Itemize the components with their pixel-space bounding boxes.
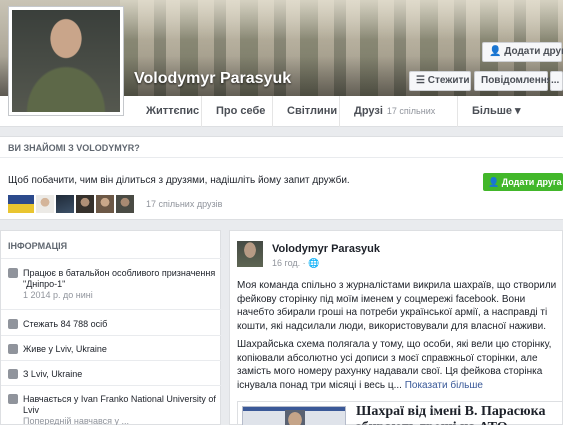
add-friend-green-label: Додати друга	[501, 177, 562, 187]
tab-about[interactable]: Про себе	[201, 96, 272, 127]
post-body: Моя команда спільно з журналістами викри…	[237, 279, 563, 392]
post-timestamp[interactable]: 16 год. · 🌐	[272, 258, 319, 269]
follow-label: Стежити	[427, 75, 470, 86]
info-education-line2[interactable]: Lviv	[23, 405, 219, 416]
mutual-friends-count[interactable]: 17 спільних друзів	[146, 199, 222, 209]
cover-image-sky	[120, 0, 563, 40]
intro-panel: ІНФОРМАЦІЯ Працює в батальйон особливого…	[0, 230, 222, 425]
tab-friends-label: Друзі	[354, 105, 383, 117]
profile-name[interactable]: Volodymyr Parasyuk	[134, 70, 291, 88]
mutual-friends-box: ВИ ЗНАЙОМІ З VOLODYMYR? Щоб побачити, чи…	[0, 136, 563, 220]
mutual-prompt-text: Щоб побачити, чим він ділиться з друзями…	[8, 175, 211, 186]
add-friend-icon: 👤	[488, 177, 502, 187]
divider	[1, 385, 222, 386]
globe-icon: 🌐	[308, 258, 320, 268]
info-work-dates: 1 2014 р. до нині	[23, 290, 93, 300]
follow-button[interactable]: ☰ Стежити	[409, 71, 471, 91]
divider	[1, 335, 222, 336]
location-pin-icon	[8, 369, 18, 379]
tab-timeline-label: Життєпис	[146, 105, 200, 117]
mutual-friend-avatars	[8, 195, 136, 213]
divider	[1, 258, 222, 259]
see-more-link[interactable]: Показати більше	[404, 379, 483, 391]
message-label: Повідомлення	[481, 75, 553, 86]
mutual-friend-avatar[interactable]	[8, 195, 34, 213]
mutual-heading: ВИ ЗНАЙОМІ З VOLODYMYR?	[8, 143, 140, 153]
tab-friends[interactable]: Друзі 17 спільних	[339, 96, 457, 127]
image-portrait	[285, 410, 305, 425]
mutual-friend-avatar[interactable]	[76, 195, 94, 213]
mutual-friend-avatar[interactable]	[116, 195, 134, 213]
add-friend-icon: 👤	[489, 46, 505, 57]
post-author-avatar[interactable]	[237, 241, 263, 267]
divider	[0, 157, 563, 158]
tab-about-label: Про себе	[216, 105, 266, 117]
tab-more-label: Більше ▾	[472, 105, 521, 117]
rss-icon: ☰	[416, 75, 428, 86]
divider	[1, 309, 222, 310]
message-button[interactable]: Повідомлення	[474, 71, 553, 91]
info-work-line2[interactable]: "Дніпро-1"	[23, 279, 219, 290]
timeline-post: Volodymyr Parasyuk 16 год. · 🌐 Моя коман…	[229, 230, 563, 425]
briefcase-icon	[8, 268, 18, 278]
mutual-prompt-link: надішліть йому запит дружби.	[210, 175, 350, 186]
intro-heading: ІНФОРМАЦІЯ	[8, 241, 68, 251]
post-author-name[interactable]: Volodymyr Parasyuk	[272, 243, 380, 255]
info-from[interactable]: З Lviv, Ukraine	[23, 369, 219, 380]
mutual-friend-avatar[interactable]	[36, 195, 54, 213]
info-work-line1[interactable]: Працює в батальйон особливого призначенн…	[23, 268, 219, 279]
more-options-label: ...	[551, 75, 560, 86]
info-education-previous: Попередній навчався у ...	[23, 416, 130, 425]
info-followers[interactable]: Стежать 84 788 осіб	[23, 319, 219, 330]
add-friend-label: Додати друга	[504, 46, 563, 57]
post-paragraph-text: Шахрайська схема полягала у тому, що осо…	[237, 339, 552, 391]
mutual-prompt: Щоб побачити, чим він ділиться з друзями…	[8, 175, 350, 186]
post-paragraph: Шахрайська схема полягала у тому, що осо…	[237, 338, 563, 392]
post-time-label: 16 год. ·	[272, 258, 309, 268]
tab-more[interactable]: Більше ▾	[457, 96, 563, 127]
add-friend-button[interactable]: 👤 Додати друга	[482, 42, 563, 62]
tab-timeline[interactable]: Життєпис	[132, 96, 201, 127]
tab-photos[interactable]: Світлини	[272, 96, 339, 127]
graduation-cap-icon	[8, 394, 18, 404]
mutual-friend-avatar[interactable]	[56, 195, 74, 213]
link-preview-title[interactable]: Шахраї від імені В. Парасюка збирають гр…	[356, 404, 561, 425]
tab-friends-count: 17 спільних	[386, 106, 436, 116]
link-preview-image	[242, 406, 346, 425]
divider	[1, 360, 222, 361]
add-friend-green-button[interactable]: 👤 Додати друга	[483, 173, 563, 191]
profile-picture[interactable]	[8, 6, 124, 116]
more-options-button[interactable]: ...	[550, 71, 563, 91]
link-preview-card[interactable]: Шахраї від імені В. Парасюка збирають гр…	[237, 401, 563, 425]
profile-photo-image	[12, 10, 120, 112]
home-icon	[8, 344, 18, 354]
info-education-line1[interactable]: Навчається у Ivan Franko National Univer…	[23, 394, 219, 405]
info-lives-in[interactable]: Живе у Lviv, Ukraine	[23, 344, 219, 355]
rss-icon	[8, 319, 18, 329]
mutual-friend-avatar[interactable]	[96, 195, 114, 213]
tab-photos-label: Світлини	[287, 105, 338, 117]
post-paragraph: Моя команда спільно з журналістами викри…	[237, 280, 557, 332]
